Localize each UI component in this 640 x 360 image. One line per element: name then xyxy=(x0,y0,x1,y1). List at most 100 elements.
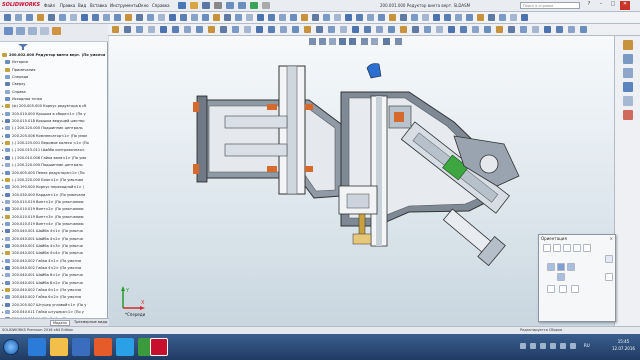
rebuild-icon[interactable] xyxy=(250,2,258,9)
command-icon[interactable] xyxy=(224,14,231,21)
filter-icon[interactable] xyxy=(18,44,28,50)
command-icon[interactable] xyxy=(312,14,319,21)
toolbar-icon[interactable] xyxy=(520,26,527,33)
command-icon[interactable] xyxy=(389,14,396,21)
feature-tree-tab-icon[interactable] xyxy=(4,27,13,35)
toolbar-icon[interactable] xyxy=(388,26,395,33)
command-icon[interactable] xyxy=(15,14,22,21)
command-icon[interactable] xyxy=(147,14,154,21)
tree-item[interactable]: ▸ 200.205.006 Компенсатор<1> (По умол xyxy=(2,133,106,140)
toolbar-icon[interactable] xyxy=(484,26,491,33)
command-icon[interactable] xyxy=(477,14,484,21)
tree-item[interactable]: Справа xyxy=(2,89,106,96)
tree-item[interactable]: ▸ 200.040.001 Шайба 6<1> (По умолча xyxy=(2,272,106,279)
tree-item[interactable]: ▸ 200.040.001 Шайба 4<1> (По умолча xyxy=(2,228,106,235)
view-trimetric-button[interactable] xyxy=(571,285,579,293)
tree-item[interactable]: ▸ (-) 200.225.001 Ведомое колесо <1> (По xyxy=(2,140,106,147)
tree-item[interactable]: История xyxy=(2,59,106,66)
tree-item[interactable]: Примечания xyxy=(2,67,106,74)
view-iso-button[interactable] xyxy=(547,285,555,293)
save-icon[interactable] xyxy=(202,2,210,9)
command-icon[interactable] xyxy=(4,14,11,21)
command-icon[interactable] xyxy=(92,14,99,21)
menu-file[interactable]: Файл xyxy=(44,3,55,8)
command-icon[interactable] xyxy=(279,14,286,21)
tree-item[interactable]: ▸ 200.040.001 Шайба 6<2> (По умолча xyxy=(2,280,106,287)
command-icon[interactable] xyxy=(235,14,242,21)
toolbar-icon[interactable] xyxy=(184,26,191,33)
solidworks-taskbar-icon[interactable] xyxy=(150,338,168,356)
command-icon[interactable] xyxy=(411,14,418,21)
tree-item[interactable]: ▸ 200.040.002 Гайка 4<1> (По умолча xyxy=(2,258,106,265)
tree-root[interactable]: 200.002.000 Редуктор винта верт. (По умо… xyxy=(2,52,106,59)
normal-to-icon[interactable] xyxy=(605,273,613,281)
toolbar-icon[interactable] xyxy=(472,26,479,33)
command-icon[interactable] xyxy=(125,14,132,21)
tree-item[interactable]: ▸ 200.005.000 Пенек редуктора<1> (По xyxy=(2,170,106,177)
design-library-icon[interactable] xyxy=(623,54,633,64)
tree-item[interactable]: ▸ (-) 200.010.006 Гайка вала<1> (По умо xyxy=(2,155,106,162)
tray-icon[interactable] xyxy=(570,343,576,349)
language-indicator[interactable]: RU xyxy=(584,343,590,348)
options-icon[interactable] xyxy=(262,2,270,9)
property-manager-tab-icon[interactable] xyxy=(16,27,25,35)
view-palette-icon[interactable] xyxy=(623,82,633,92)
command-icon[interactable] xyxy=(37,14,44,21)
command-icon[interactable] xyxy=(246,14,253,21)
appearances-icon[interactable] xyxy=(623,96,633,106)
toolbar-icon[interactable] xyxy=(376,26,383,33)
minimize-button[interactable]: – xyxy=(596,1,606,10)
menu-tools[interactable]: Инструменты xyxy=(110,3,139,8)
command-icon[interactable] xyxy=(466,14,473,21)
custom-properties-icon[interactable] xyxy=(623,110,633,120)
media-icon[interactable] xyxy=(94,338,112,356)
toolbar-icon[interactable] xyxy=(544,26,551,33)
toolbar-icon[interactable] xyxy=(112,26,119,33)
command-icon[interactable] xyxy=(213,14,220,21)
toolbar-icon[interactable] xyxy=(196,26,203,33)
view-top-button[interactable] xyxy=(547,263,555,271)
command-icon[interactable] xyxy=(103,14,110,21)
command-icon[interactable] xyxy=(268,14,275,21)
toolbar-icon[interactable] xyxy=(412,26,419,33)
command-icon[interactable] xyxy=(367,14,374,21)
toolbar-icon[interactable] xyxy=(352,26,359,33)
solidworks-logo[interactable]: SOLIDWORKS xyxy=(2,2,40,10)
tree-item[interactable]: ▸ (ф) 200.005.000 Корпус редуктора в сб xyxy=(2,103,106,110)
toolbar-icon[interactable] xyxy=(532,26,539,33)
toolbar-icon[interactable] xyxy=(556,26,563,33)
toolbar-icon[interactable] xyxy=(220,26,227,33)
new-icon[interactable] xyxy=(178,2,186,9)
toolbar-icon[interactable] xyxy=(304,26,311,33)
tree-item[interactable]: ▸ 200.030.000 Кардан<1> (По умолчани xyxy=(2,192,106,199)
toolbar-icon[interactable] xyxy=(364,26,371,33)
command-icon[interactable] xyxy=(444,14,451,21)
command-icon[interactable] xyxy=(48,14,55,21)
command-icon[interactable] xyxy=(136,14,143,21)
command-icon[interactable] xyxy=(400,14,407,21)
view-right-button[interactable] xyxy=(567,263,575,271)
view-front-button[interactable] xyxy=(557,263,565,271)
toolbar-icon[interactable] xyxy=(124,26,131,33)
toolbar-icon[interactable] xyxy=(172,26,179,33)
tree-item[interactable]: ▸ 200.010.019 Винт<3> (По умолчанию xyxy=(2,214,106,221)
toolbar-icon[interactable] xyxy=(580,26,587,33)
command-icon[interactable] xyxy=(59,14,66,21)
command-icon[interactable] xyxy=(202,14,209,21)
toolbar-icon[interactable] xyxy=(136,26,143,33)
word-icon[interactable] xyxy=(72,338,90,356)
toolbar-icon[interactable] xyxy=(316,26,323,33)
tree-item[interactable]: ▸ 200.205.007 Штуцер угловой<1> (По у xyxy=(2,302,106,309)
tree-item[interactable]: ▸ 200.040.001 Шайба 4<2> (По умолча xyxy=(2,236,106,243)
command-icon[interactable] xyxy=(334,14,341,21)
command-icon[interactable] xyxy=(70,14,77,21)
configuration-tab-icon[interactable] xyxy=(28,27,37,35)
menu-view[interactable]: Вид xyxy=(78,3,86,8)
toolbar-icon[interactable] xyxy=(460,26,467,33)
view-dropdown-icon[interactable] xyxy=(605,255,613,263)
toolbar-icon[interactable] xyxy=(256,26,263,33)
toolbar-icon[interactable] xyxy=(424,26,431,33)
new-view-icon[interactable] xyxy=(563,244,571,252)
tree-item[interactable]: ▸ 200.040.002 Гайка 6<1> (По умолча xyxy=(2,287,106,294)
toolbar-icon[interactable] xyxy=(496,26,503,33)
